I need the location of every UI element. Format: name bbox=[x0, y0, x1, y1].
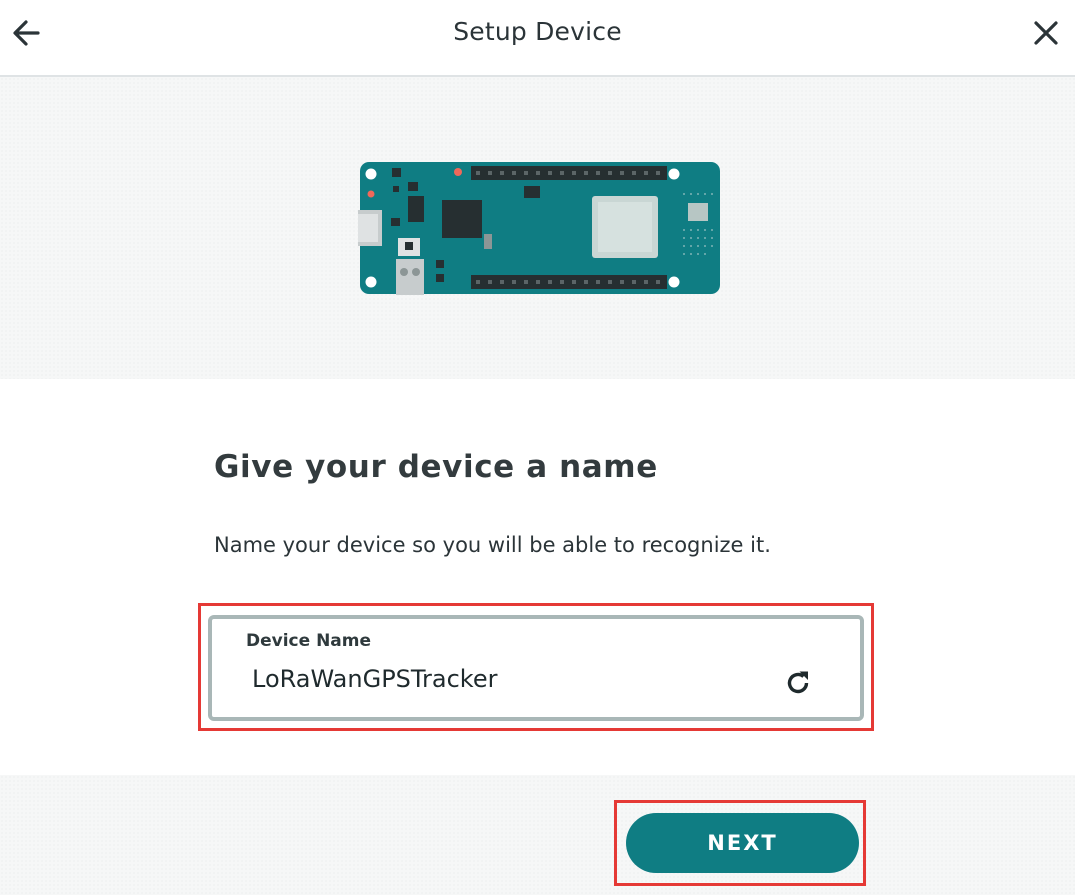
name-device-section: Give your device a name Name your device… bbox=[0, 379, 1075, 775]
footer-bar: NEXT bbox=[0, 775, 1075, 895]
device-name-field[interactable]: Device Name LoRaWanGPSTracker bbox=[208, 615, 864, 721]
header-bar: Setup Device bbox=[0, 0, 1075, 77]
next-button[interactable]: NEXT bbox=[626, 813, 859, 873]
device-illustration-area bbox=[0, 77, 1075, 379]
section-description: Name your device so you will be able to … bbox=[214, 533, 771, 557]
device-name-label: Device Name bbox=[246, 631, 372, 651]
refresh-icon[interactable] bbox=[782, 667, 814, 699]
section-heading: Give your device a name bbox=[214, 449, 658, 485]
page-title: Setup Device bbox=[453, 17, 622, 46]
arduino-board-illustration bbox=[358, 162, 720, 295]
device-name-input[interactable]: LoRaWanGPSTracker bbox=[252, 665, 497, 693]
close-icon[interactable] bbox=[1027, 14, 1065, 52]
